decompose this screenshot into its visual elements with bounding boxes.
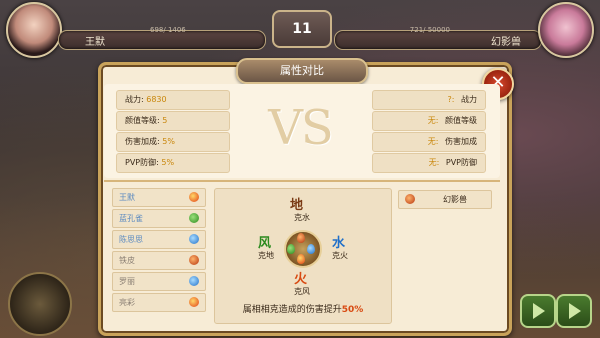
element-wind: 风 (258, 236, 272, 251)
earth-element-icon (405, 194, 415, 204)
player-stat-pvp: PVP防御: 5% (116, 153, 230, 173)
fire-drop-icon (297, 254, 305, 264)
team-list: 王默 蓝孔雀 陈思思 铁皮 罗丽 亮彩 (112, 188, 206, 314)
member-name: 陈思思 (119, 235, 143, 244)
member-name: 罗丽 (119, 277, 135, 286)
panel-divider (104, 180, 500, 182)
player-stat-charm: 颜值等级: 5 (116, 111, 230, 131)
stat-value: 无: (427, 116, 439, 125)
next-icon (569, 303, 581, 319)
stat-value: 5 (162, 116, 168, 125)
team-member-lankongque[interactable]: 蓝孔雀 (112, 209, 206, 228)
next-button[interactable] (556, 294, 592, 328)
earth-element-icon (189, 255, 199, 265)
caption-text: 属相相克造成的伤害提升 (242, 305, 342, 315)
team-member-liangcai[interactable]: 亮彩 (112, 293, 206, 312)
fire-element-icon (189, 192, 199, 202)
stat-label: PVP防御 (445, 158, 477, 167)
element-wind-sub: 克地 (258, 251, 274, 260)
stat-label: 战力: (125, 95, 144, 104)
player-stat-damage: 伤害加成: 5% (116, 132, 230, 152)
member-name: 亮彩 (119, 298, 135, 307)
team-member-chensisi[interactable]: 陈思思 (112, 230, 206, 249)
water-element-icon (189, 276, 199, 286)
element-water-sub: 克火 (332, 251, 348, 260)
stat-label: 颜值等级 (445, 116, 477, 125)
element-water: 水 (332, 236, 346, 251)
enemy-entry[interactable]: 幻影兽 (398, 190, 492, 209)
stat-value: 6830 (146, 95, 167, 104)
stat-label: 伤害加成: (125, 137, 160, 146)
stat-value: 无: (428, 158, 440, 167)
enemy-stat-charm: 无: 颜值等级 (372, 111, 486, 131)
stat-label: 颜值等级: (125, 116, 160, 125)
enemy-stat-pvp: 无: PVP防御 (372, 153, 486, 173)
member-name: 王默 (119, 193, 135, 202)
element-fire-sub: 克风 (294, 287, 310, 296)
element-earth: 地 (290, 198, 304, 213)
water-element-icon (189, 234, 199, 244)
fire-element-icon (189, 297, 199, 307)
player-avatar[interactable] (6, 2, 62, 58)
element-bonus-caption: 属相相克造成的伤害提升50% (218, 302, 388, 315)
water-drop-icon (307, 244, 315, 254)
stat-label: PVP防御: (125, 158, 159, 167)
vs-emblem: VS (268, 100, 334, 156)
play-button[interactable] (520, 294, 556, 328)
stat-value: 5% (161, 158, 175, 167)
stat-label: 战力 (461, 95, 477, 104)
stat-value: 5% (162, 137, 175, 146)
wind-element-icon (189, 213, 199, 223)
stat-value: ?: (447, 95, 455, 104)
earth-drop-icon (297, 233, 305, 243)
element-earth-sub: 克水 (294, 213, 310, 222)
round-counter: 11 (272, 10, 332, 48)
member-name: 铁皮 (119, 256, 135, 265)
wind-drop-icon (287, 244, 295, 254)
enemy-entry-name: 幻影兽 (443, 195, 467, 204)
player-name: 王默 (85, 37, 105, 48)
stat-value: 无: (427, 137, 439, 146)
enemy-hp-text: 721/ 50000 (409, 26, 450, 34)
member-name: 蓝孔雀 (119, 214, 143, 223)
play-icon (533, 303, 545, 319)
player-hp-text: 698/ 1406 (150, 26, 186, 34)
panel-title: 属性对比 (236, 58, 368, 84)
enemy-stat-damage: 无: 伤害加成 (372, 132, 486, 152)
enemy-stat-power: ?: 战力 (372, 90, 486, 110)
enemy-avatar[interactable] (538, 2, 594, 58)
element-fire: 火 (294, 272, 308, 287)
player-stat-power: 战力: 6830 (116, 90, 230, 110)
team-member-luoli[interactable]: 罗丽 (112, 272, 206, 291)
stat-label: 伤害加成 (445, 137, 477, 146)
team-member-wangmo[interactable]: 王默 (112, 188, 206, 207)
caption-percent: 50% (341, 305, 364, 315)
team-member-tiepi[interactable]: 铁皮 (112, 251, 206, 270)
element-skill-icon[interactable] (8, 272, 72, 336)
enemy-name: 幻影兽 (491, 37, 521, 48)
